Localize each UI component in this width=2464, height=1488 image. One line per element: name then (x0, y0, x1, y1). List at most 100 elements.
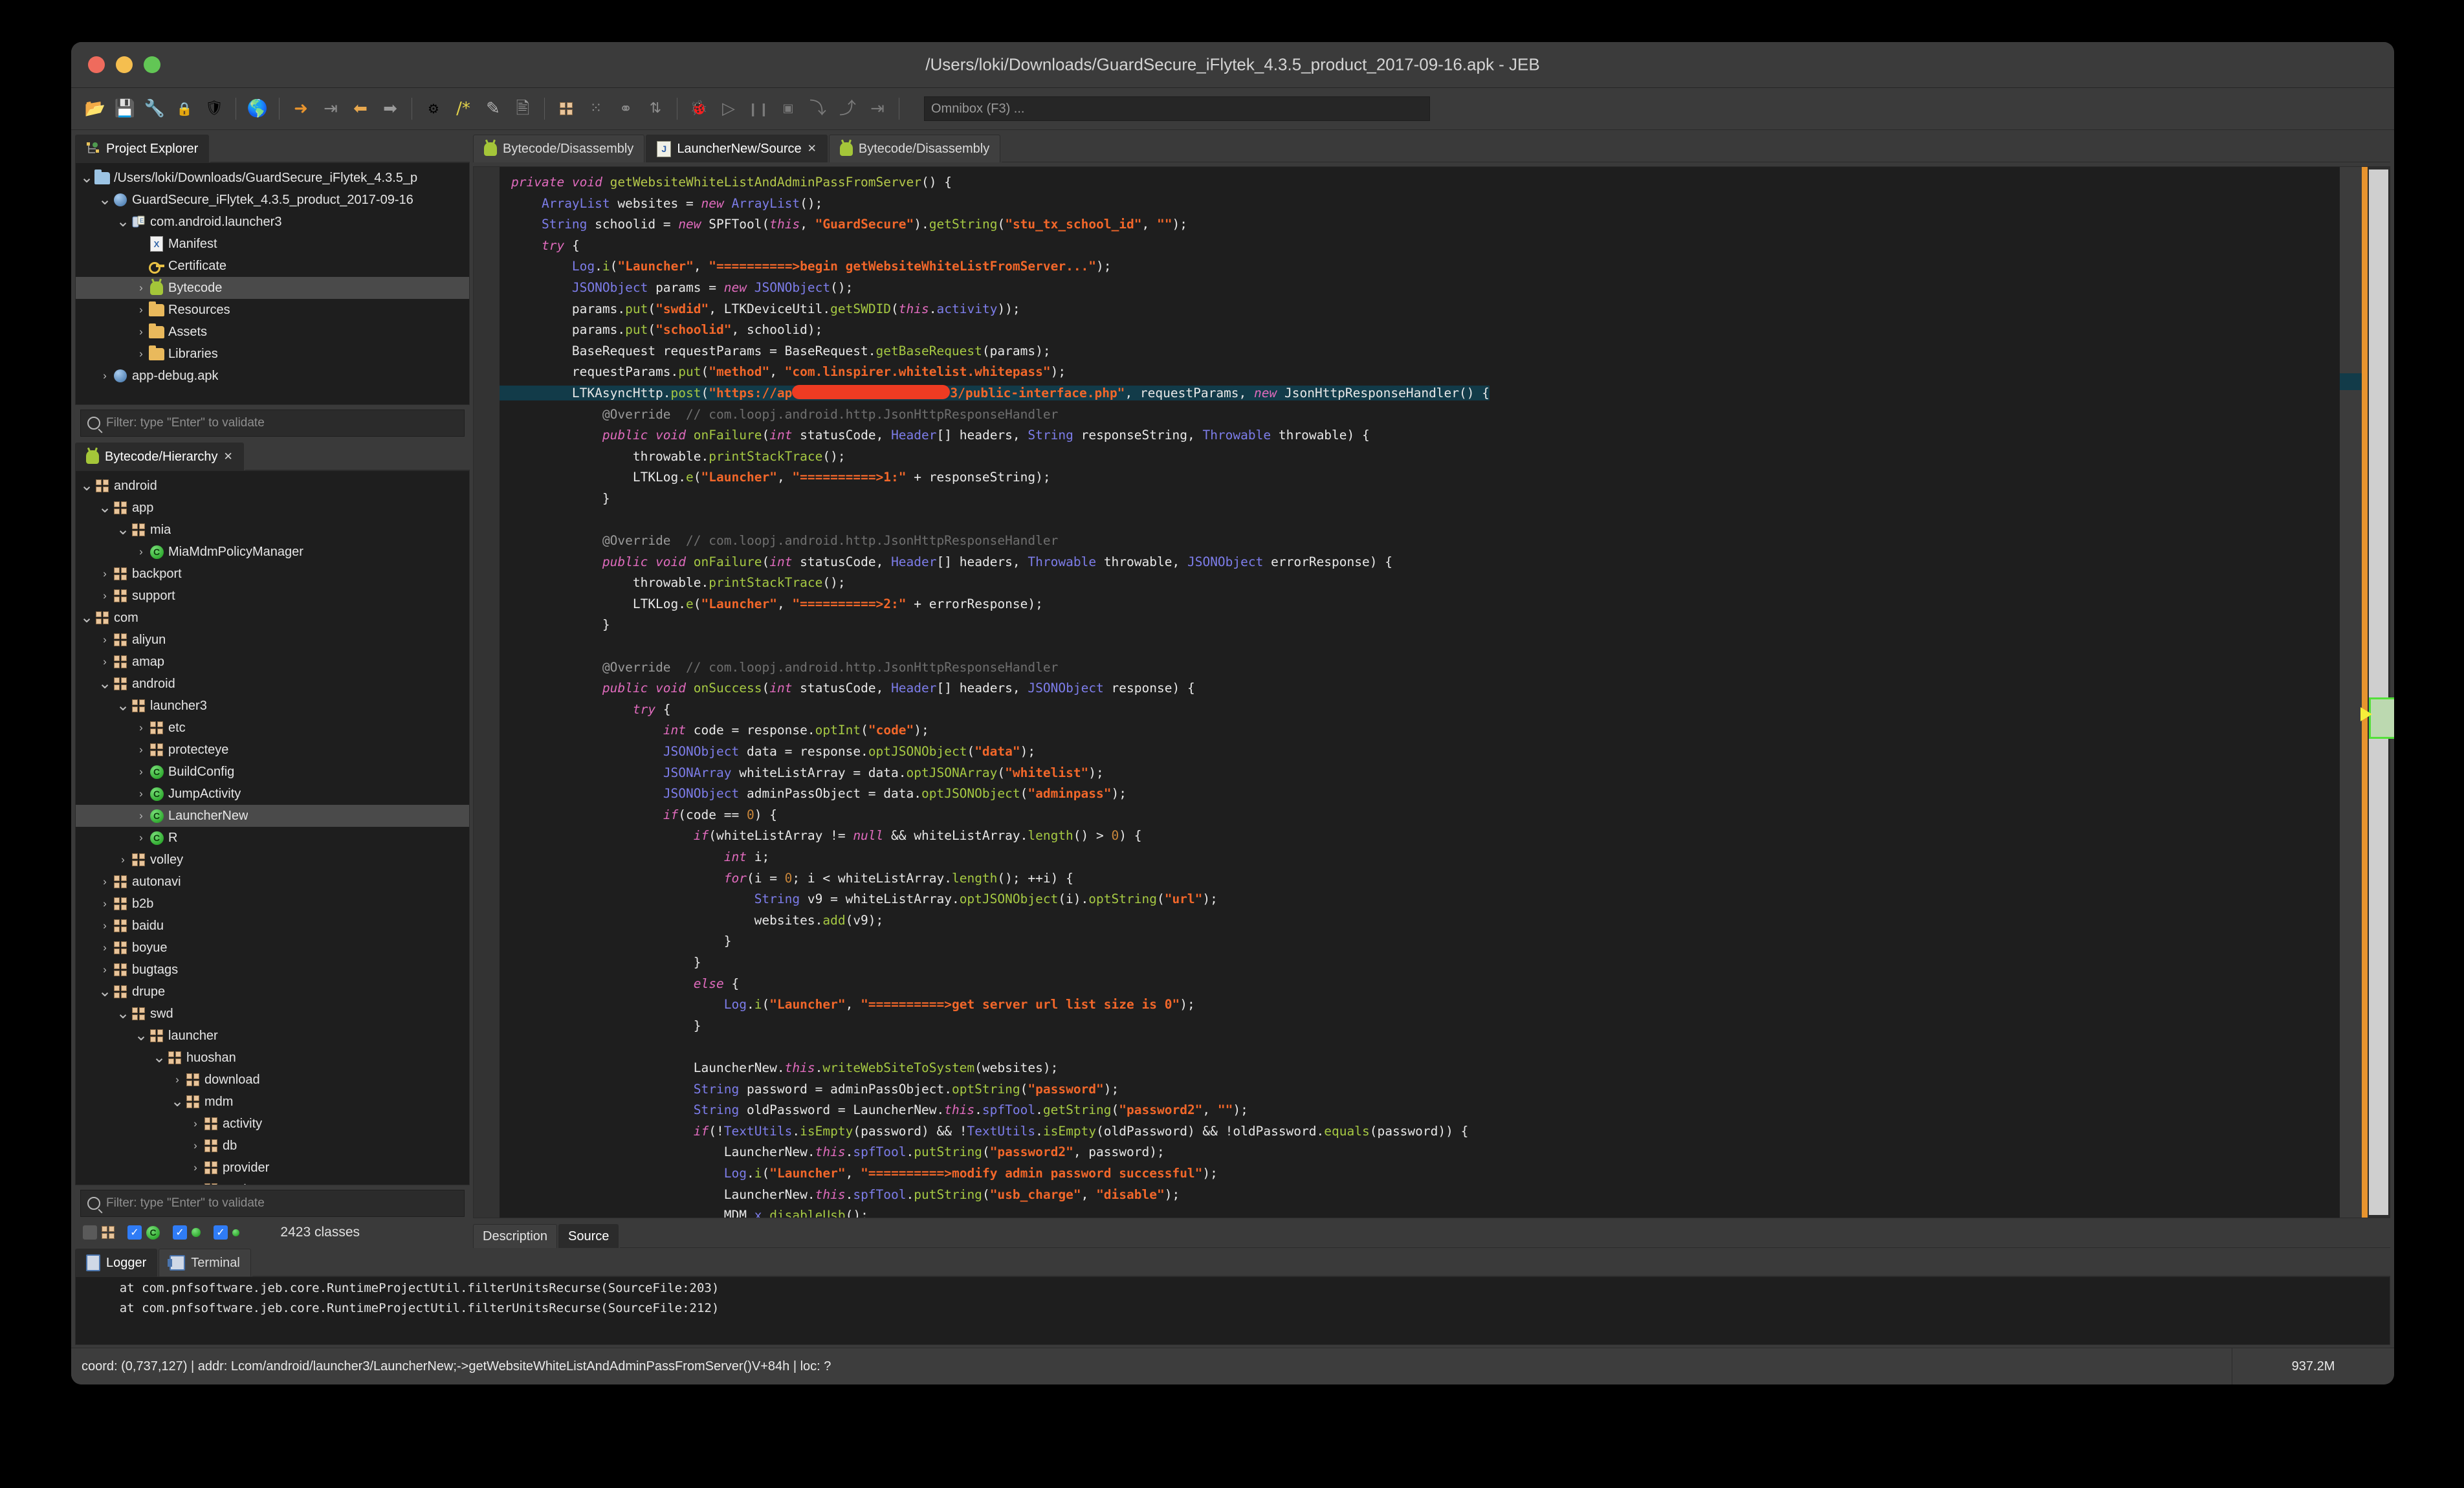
hierarchy-filter-input[interactable]: Filter: type "Enter" to validate (80, 1190, 465, 1217)
chevron-down-icon[interactable]: ⌄ (116, 1006, 130, 1022)
tab-project-explorer[interactable]: Project Explorer (75, 135, 210, 162)
jump-to-icon[interactable]: ➜ (286, 94, 316, 124)
open-folder-icon[interactable]: 📂 (80, 94, 110, 124)
chevron-down-icon[interactable]: ⌄ (170, 1094, 184, 1110)
search-match-marker[interactable] (2360, 697, 2394, 739)
tree-row[interactable]: ⌄ /Users/loki/Downloads/GuardSecure_iFlyt… (76, 167, 469, 189)
tree-row[interactable]: › boyue (76, 937, 469, 959)
stop-icon[interactable]: ▣ (773, 94, 803, 124)
chevron-right-icon[interactable]: › (134, 325, 148, 338)
tree-row[interactable]: › support (76, 585, 469, 607)
tree-row[interactable]: ⌄ swd (76, 1003, 469, 1025)
editor-subtabs[interactable]: Description Source (473, 1222, 2390, 1248)
editor-tabbar[interactable]: Bytecode/Disassembly J LauncherNew/Sourc… (473, 133, 2390, 162)
tree-row[interactable]: › volley (76, 849, 469, 871)
tree-row-selected[interactable]: › C LauncherNew (76, 805, 469, 827)
project-filter-input[interactable]: Filter: type "Enter" to validate (80, 410, 465, 437)
source-code-view[interactable]: private void getWebsiteWhiteListAndAdmin… (500, 167, 2340, 1218)
tree-row[interactable]: ⌄ android (76, 673, 469, 695)
chevron-down-icon[interactable]: ⌄ (80, 170, 94, 186)
refactor-icon[interactable]: ⚙ (419, 94, 448, 124)
chevron-down-icon[interactable]: ⌄ (98, 676, 112, 692)
tree-row[interactable]: ⌄ drupe (76, 981, 469, 1003)
project-explorer-tabbar[interactable]: Project Explorer (75, 133, 470, 162)
tree-row[interactable]: › etc (76, 717, 469, 739)
tree-row[interactable]: › Assets (76, 321, 469, 343)
project-tree[interactable]: ⌄/Users/loki/Downloads/GuardSecure_iFlyt… (75, 162, 470, 405)
toggle-packages[interactable] (83, 1225, 115, 1240)
export-icon[interactable]: ⇥ (316, 94, 346, 124)
chevron-down-icon[interactable]: ⌄ (116, 214, 130, 230)
comment-icon[interactable]: /* (448, 94, 478, 124)
hierarchy-tabbar[interactable]: Bytecode/Hierarchy ✕ (75, 441, 470, 470)
back-arrow-icon[interactable]: ⬅ (346, 94, 375, 124)
chevron-down-icon[interactable]: ⌄ (80, 610, 94, 626)
classes-checkbox[interactable]: ✓ (127, 1225, 142, 1240)
chevron-down-icon[interactable]: ⌄ (134, 1028, 148, 1044)
tab-bytecode-disassembly-1[interactable]: Bytecode/Disassembly (473, 135, 645, 162)
chevron-down-icon[interactable]: ⌄ (98, 192, 112, 208)
chevron-right-icon[interactable]: › (98, 941, 112, 954)
tab-bytecode-hierarchy[interactable]: Bytecode/Hierarchy ✕ (75, 443, 244, 470)
editor-vertical-scrollbar[interactable] (2360, 167, 2394, 1218)
chevron-right-icon[interactable]: › (98, 963, 112, 976)
tree-row[interactable]: ⌄ launcher (76, 1025, 469, 1047)
tree-row[interactable]: › C MiaMdmPolicyManager (76, 541, 469, 563)
sort-icon[interactable]: ⇅ (641, 94, 670, 124)
fields-checkbox[interactable]: ✓ (214, 1225, 228, 1240)
shield-icon[interactable]: 🛡 (199, 94, 229, 124)
forward-arrow-icon[interactable]: ➡ (375, 94, 405, 124)
save-as-icon[interactable]: 🖹 (508, 94, 538, 124)
logger-output[interactable]: at com.pnfsoftware.jeb.core.RuntimeProje… (75, 1276, 2390, 1345)
toggle-fields[interactable]: ✓ (214, 1225, 239, 1240)
close-icon[interactable]: ✕ (224, 450, 233, 463)
chevron-right-icon[interactable]: › (98, 919, 112, 932)
tree-row[interactable]: › protecteye (76, 739, 469, 761)
chevron-down-icon[interactable]: ⌄ (116, 522, 130, 538)
tree-row[interactable]: ⌄ huoshan (76, 1047, 469, 1069)
tab-launchernew-source[interactable]: J LauncherNew/Source ✕ (646, 135, 828, 162)
wrench-icon[interactable]: 🔧 (140, 94, 170, 124)
tab-terminal[interactable]: Terminal (159, 1249, 251, 1276)
tree-row[interactable]: › provider (76, 1157, 469, 1179)
tree-row[interactable]: ⌄ launcher3 (76, 695, 469, 717)
hierarchy-filter-toggles[interactable]: ✓ C ✓ ✓ 2423 classes (75, 1217, 470, 1248)
tree-row[interactable]: › autonavi (76, 871, 469, 893)
scrollbar-thumb[interactable] (2369, 170, 2388, 1215)
chevron-down-icon[interactable]: ⌄ (116, 698, 130, 714)
debug-bug-icon[interactable]: 🐞 (684, 94, 714, 124)
rename-icon[interactable]: ✎ (478, 94, 508, 124)
tree-row[interactable]: › C R (76, 827, 469, 849)
chevron-right-icon[interactable]: › (98, 897, 112, 910)
tree-row[interactable]: X Manifest (76, 233, 469, 255)
chevron-right-icon[interactable]: › (134, 787, 148, 800)
chevron-right-icon[interactable]: › (134, 721, 148, 734)
chevron-right-icon[interactable]: › (188, 1139, 203, 1152)
chevron-right-icon[interactable]: › (188, 1183, 203, 1185)
chevron-right-icon[interactable]: › (134, 831, 148, 844)
chevron-down-icon[interactable]: ⌄ (98, 984, 112, 1000)
tree-row[interactable]: › Libraries (76, 343, 469, 365)
package-icon[interactable] (551, 94, 581, 124)
tree-row[interactable]: › aliyun (76, 629, 469, 651)
omnibox-input[interactable]: Omnibox (F3) ... (924, 96, 1430, 121)
chevron-down-icon[interactable]: ⌄ (98, 500, 112, 516)
chevron-right-icon[interactable]: › (134, 281, 148, 294)
tree-row[interactable]: › C JumpActivity (76, 783, 469, 805)
tab-bytecode-disassembly-2[interactable]: Bytecode/Disassembly (828, 135, 1001, 162)
chevron-right-icon[interactable]: › (134, 303, 148, 316)
chevron-right-icon[interactable]: › (134, 809, 148, 822)
chevron-right-icon[interactable]: › (170, 1073, 184, 1086)
save-icon[interactable]: 💾 (110, 94, 140, 124)
chevron-right-icon[interactable]: › (98, 633, 112, 646)
tree-row[interactable]: › activity (76, 1113, 469, 1135)
subtab-source[interactable]: Source (558, 1224, 619, 1248)
chevron-down-icon[interactable]: ⌄ (80, 478, 94, 494)
tree-row[interactable]: › baidu (76, 915, 469, 937)
tree-row[interactable]: ⌄ android (76, 475, 469, 497)
toggle-methods[interactable]: ✓ (173, 1225, 201, 1240)
tab-logger[interactable]: Logger (75, 1249, 158, 1276)
run-icon[interactable]: ▷ (714, 94, 743, 124)
lock-icon[interactable]: 🔒 (170, 94, 199, 124)
tree-row[interactable]: › C BuildConfig (76, 761, 469, 783)
